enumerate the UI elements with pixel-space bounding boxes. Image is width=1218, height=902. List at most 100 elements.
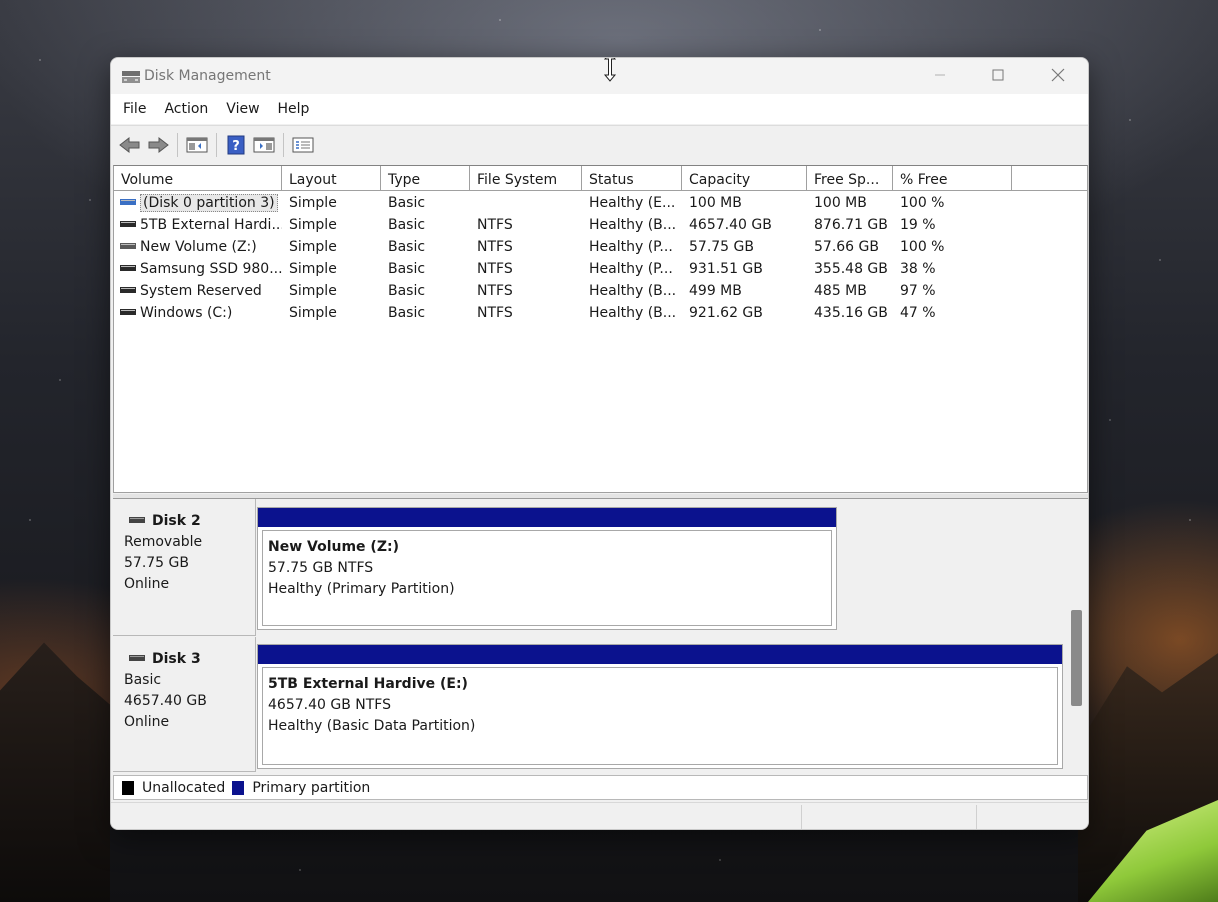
volume-name: Windows (C:) — [140, 305, 233, 321]
volume-fs-cell: NTFS — [477, 283, 513, 299]
back-arrow-icon — [119, 136, 140, 154]
volume-type-cell: Basic — [388, 261, 426, 277]
volume-type-cell: Basic — [388, 283, 426, 299]
volume-capacity-cell: 100 MB — [689, 195, 742, 211]
volume-fs-cell: NTFS — [477, 261, 513, 277]
volume-drive-icon — [120, 287, 136, 293]
volume-row[interactable]: (Disk 0 partition 3) Simple Basic Healthy (… — [114, 192, 1087, 214]
partition-info: New Volume (Z:) 57.75 GB NTFS Healthy (P… — [262, 530, 832, 626]
help-icon: ? — [227, 135, 245, 155]
column-header-capacity[interactable]: Capacity — [682, 166, 807, 191]
partition-5tb-external-e[interactable]: 5TB External Hardive (E:) 4657.40 GB NTF… — [257, 644, 1063, 769]
disk-management-app-icon — [122, 71, 140, 83]
volume-type-cell: Basic — [388, 217, 426, 233]
volume-pct-cell: 47 % — [900, 305, 936, 321]
disk-2-size: 57.75 GB — [124, 555, 189, 571]
close-button[interactable] — [1029, 58, 1087, 92]
legend-swatch-primary — [232, 780, 245, 795]
list-view-button[interactable] — [289, 132, 317, 158]
partition-info: 5TB External Hardive (E:) 4657.40 GB NTF… — [262, 667, 1058, 765]
column-header-type[interactable]: Type — [381, 166, 470, 191]
volume-layout-cell: Simple — [289, 195, 337, 211]
partition-size-fs: 57.75 GB NTFS — [268, 560, 374, 576]
disk-2-name: Disk 2 — [124, 511, 255, 532]
disk-graphical-view[interactable]: Disk 2 Removable 57.75 GB Online New Vol… — [113, 499, 1088, 772]
partition-title: 5TB External Hardive (E:) — [268, 676, 468, 692]
scrollbar-thumb[interactable] — [1071, 610, 1082, 706]
disk-management-window: Disk Management File Action View Help ? … — [110, 57, 1089, 830]
menu-help[interactable]: Help — [269, 101, 319, 117]
menu-bar: File Action View Help — [111, 94, 1088, 124]
legend-label-unallocated: Unallocated — [142, 779, 226, 796]
partition-size-fs: 4657.40 GB NTFS — [268, 697, 391, 713]
volume-type-cell: Basic — [388, 195, 426, 211]
legend: Unallocated Primary partition — [113, 775, 1088, 800]
volume-drive-icon — [120, 199, 136, 205]
properties-button[interactable] — [250, 132, 278, 158]
volume-type-cell: Basic — [388, 239, 426, 255]
column-header-layout[interactable]: Layout — [282, 166, 381, 191]
volume-layout-cell: Simple — [289, 283, 337, 299]
column-header-status[interactable]: Status — [582, 166, 682, 191]
show-hide-console-tree-button[interactable] — [183, 132, 211, 158]
volume-drive-icon — [120, 265, 136, 271]
partition-new-volume-z[interactable]: New Volume (Z:) 57.75 GB NTFS Healthy (P… — [257, 507, 837, 630]
title-bar[interactable]: Disk Management — [111, 58, 1088, 94]
toolbar: ? — [111, 125, 1088, 164]
legend-swatch-unallocated — [122, 780, 134, 795]
toolbar-separator — [177, 133, 178, 157]
volume-pct-cell: 100 % — [900, 239, 945, 255]
volume-row[interactable]: New Volume (Z:) Simple Basic NTFS Healthy (P… — [114, 236, 1087, 258]
disk-icon — [129, 517, 145, 523]
menu-view[interactable]: View — [217, 101, 268, 117]
volume-layout-cell: Simple — [289, 217, 337, 233]
volume-capacity-cell: 57.75 GB — [689, 239, 754, 255]
volume-list[interactable]: Volume Layout Type File System Status Ca… — [113, 165, 1088, 493]
menu-file[interactable]: File — [114, 101, 155, 117]
volume-pct-cell: 38 % — [900, 261, 936, 277]
disk-3-label[interactable]: Disk 3 Basic 4657.40 GB Online — [113, 637, 256, 772]
volume-type-cell: Basic — [388, 305, 426, 321]
column-header-volume[interactable]: Volume — [114, 166, 282, 191]
volume-status-cell: Healthy (E... — [589, 195, 676, 211]
column-header-percent-free[interactable]: % Free — [893, 166, 1012, 191]
volume-capacity-cell: 931.51 GB — [689, 261, 763, 277]
disk-2-label[interactable]: Disk 2 Removable 57.75 GB Online — [113, 499, 256, 636]
list-view-icon — [292, 137, 314, 153]
volume-name: Samsung SSD 980... — [140, 261, 282, 277]
properties-icon — [253, 137, 275, 153]
volume-drive-icon — [120, 221, 136, 227]
show-hide-console-tree-icon — [186, 137, 208, 153]
forward-button[interactable] — [144, 132, 172, 158]
status-bar-segment — [801, 805, 976, 829]
minimize-icon — [935, 74, 945, 76]
maximize-button[interactable] — [969, 58, 1027, 92]
volume-status-cell: Healthy (B... — [589, 217, 677, 233]
window-title: Disk Management — [144, 68, 271, 84]
disk-icon — [129, 655, 145, 661]
status-bar-segment — [976, 805, 1088, 829]
minimize-button[interactable] — [911, 58, 969, 92]
volume-fs-cell: NTFS — [477, 217, 513, 233]
menu-action[interactable]: Action — [155, 101, 217, 117]
disk-3-size: 4657.40 GB — [124, 693, 207, 709]
volume-row[interactable]: Windows (C:) Simple Basic NTFS Healthy (B...… — [114, 302, 1087, 324]
volume-row[interactable]: 5TB External Hardi... Simple Basic NTFS Heal… — [114, 214, 1087, 236]
back-button[interactable] — [116, 132, 144, 158]
status-bar — [111, 802, 1088, 829]
volume-row[interactable]: Samsung SSD 980... Simple Basic NTFS Healthy… — [114, 258, 1087, 280]
resize-cursor-icon — [603, 58, 617, 82]
disk-view-scrollbar[interactable] — [1068, 499, 1085, 772]
volume-name-cell: 5TB External Hardi... — [114, 214, 282, 236]
help-button[interactable]: ? — [222, 132, 250, 158]
volume-pct-cell: 19 % — [900, 217, 936, 233]
disk-3-name: Disk 3 — [124, 649, 255, 670]
volume-free-cell: 57.66 GB — [814, 239, 879, 255]
volume-row[interactable]: System Reserved Simple Basic NTFS Healthy (B… — [114, 280, 1087, 302]
volume-status-cell: Healthy (P... — [589, 261, 673, 277]
volume-layout-cell: Simple — [289, 261, 337, 277]
column-header-file-system[interactable]: File System — [470, 166, 582, 191]
column-header-free-space[interactable]: Free Sp... — [807, 166, 893, 191]
volume-name: System Reserved — [140, 283, 262, 299]
volume-fs-cell: NTFS — [477, 305, 513, 321]
